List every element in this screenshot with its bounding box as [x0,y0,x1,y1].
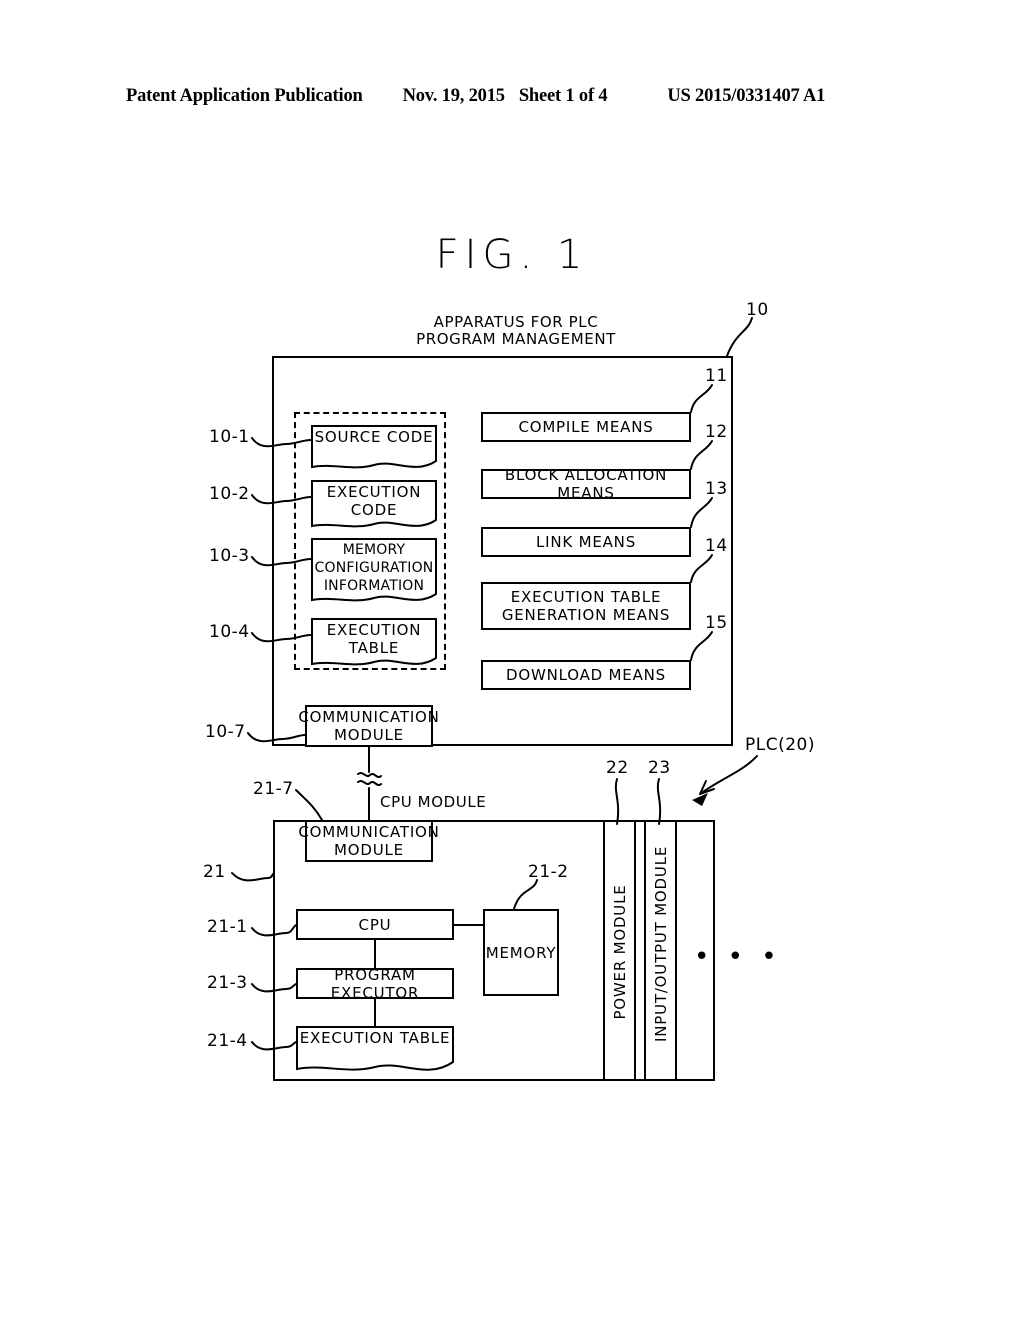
cpu-box: CPU [296,909,454,940]
ref-21-4: 21-4 [207,1031,248,1051]
block-allocation-means-box: BLOCK ALLOCATION MEANS [481,466,691,502]
cpu-module-label: CPU MODULE [380,793,487,811]
ref-14: 14 [705,536,728,556]
plc-callout-label: PLC(20) [745,735,815,755]
figure-title: FIG. 1 [435,232,589,278]
additional-modules-ellipsis: • • • [694,942,782,972]
program-executor-box: PROGRAM EXECUTOR [296,965,454,1002]
publication-number: US 2015/0331407 A1 [667,86,826,106]
document-execution-table: EXECUTION TABLE [311,618,437,670]
document-label: EXECUTION CODE [326,483,422,519]
document-source-code: SOURCE CODE [311,425,437,473]
document-label: EXECUTION TABLE [326,621,422,657]
publication-type: Patent Application Publication [126,86,363,106]
plc-execution-table-label: EXECUTION TABLE [299,1029,451,1047]
link-means-label: LINK MEANS [535,533,637,551]
apparatus-communication-module-label: COMMUNICATION MODULE [298,708,440,744]
ref-10-2: 10-2 [209,484,250,504]
download-means-label: DOWNLOAD MEANS [506,666,666,684]
compile-means-box: COMPILE MEANS [481,412,691,442]
document-memory-configuration-information: MEMORY CONFIGURATION INFORMATION [311,538,437,606]
document-execution-code: EXECUTION CODE [311,480,437,532]
publication-date: Nov. 19, 2015 [402,86,505,106]
memory-label: MEMORY [485,943,557,962]
ref-15: 15 [705,613,728,633]
ref-22: 22 [606,758,629,778]
ref-10-7: 10-7 [205,722,246,742]
link-means-box: LINK MEANS [481,527,691,557]
compile-means-label: COMPILE MEANS [518,418,654,436]
ref-23: 23 [648,758,671,778]
sheet-number: Sheet 1 of 4 [518,86,608,106]
ref-21-3: 21-3 [207,973,248,993]
ref-10: 10 [746,300,769,320]
publication-header: Patent Application Publication Nov. 19, … [126,86,898,112]
apparatus-communication-module-box: COMMUNICATION MODULE [298,705,439,747]
ref-21-2: 21-2 [528,862,569,882]
input-output-module-label: INPUT/OUTPUT MODULE [652,845,670,1042]
plc-communication-module-label: COMMUNICATION MODULE [298,823,440,859]
execution-table-generation-means-label: EXECUTION TABLE GENERATION MEANS [501,588,671,624]
execution-table-generation-means-box: EXECUTION TABLE GENERATION MEANS [481,582,691,630]
ref-11: 11 [705,366,728,386]
plc-communication-module-box: COMMUNICATION MODULE [298,820,439,862]
block-allocation-means-label: BLOCK ALLOCATION MEANS [504,466,668,502]
ref-21: 21 [203,862,226,882]
ref-12: 12 [705,422,728,442]
power-module-label: POWER MODULE [611,884,629,1020]
apparatus-caption: APPARATUS FOR PLC PROGRAM MANAGEMENT [416,313,616,348]
ref-10-3: 10-3 [209,546,250,566]
program-executor-label: PROGRAM EXECUTOR [330,965,420,1002]
document-label: MEMORY CONFIGURATION INFORMATION [314,542,434,594]
memory-box: MEMORY [483,909,559,996]
ref-10-4: 10-4 [209,622,250,642]
ref-21-7: 21-7 [253,779,294,799]
download-means-box: DOWNLOAD MEANS [481,660,691,690]
cpu-label: CPU [358,915,392,934]
plc-execution-table-document: EXECUTION TABLE [296,1026,454,1078]
ref-21-1: 21-1 [207,917,248,937]
ref-10-1: 10-1 [209,427,250,447]
document-label: SOURCE CODE [314,428,434,446]
ref-13: 13 [705,479,728,499]
